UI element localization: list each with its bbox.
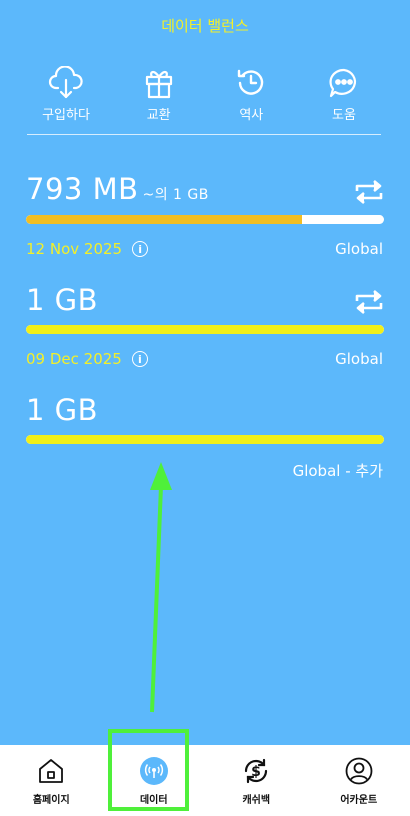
nav-account-label: 어카운트 (340, 795, 378, 806)
cashback-icon: $ (245, 758, 268, 784)
annotation-arrow (150, 462, 172, 713)
nav-home[interactable]: 홈페이지 (0, 745, 103, 816)
nav-cashback-label: 캐쉬백 (242, 795, 271, 806)
nav-home-label: 홈페이지 (32, 795, 70, 806)
home-icon (39, 759, 64, 783)
bottom-nav: 홈페이지 데이터 $ 캐쉬백 어카운트 (0, 745, 410, 816)
nav-account[interactable]: 어카운트 (308, 745, 410, 816)
account-icon (345, 757, 373, 785)
nav-cashback[interactable]: $ 캐쉬백 (205, 745, 308, 816)
svg-text:$: $ (251, 764, 261, 780)
highlight-box (108, 729, 189, 811)
